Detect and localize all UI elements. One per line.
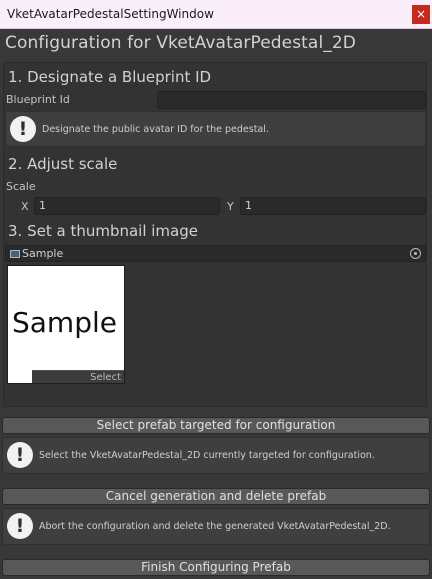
select-prefab-help-text: Select the VketAvatarPedestal_2D current… <box>39 450 375 461</box>
finish-configuring-button[interactable]: Finish Configuring Prefab <box>2 559 430 576</box>
select-prefab-button[interactable]: Select prefab targeted for configuration <box>2 417 430 434</box>
cancel-help-text: Abort the configuration and delete the g… <box>39 521 391 532</box>
cancel-help-box: ! Abort the configuration and delete the… <box>2 508 430 545</box>
exclamation-icon: ! <box>10 116 36 142</box>
close-icon[interactable]: × <box>412 5 430 24</box>
blueprint-id-input[interactable] <box>157 91 426 109</box>
exclamation-icon: ! <box>7 513 33 539</box>
thumbnail-preview[interactable]: Sample Select <box>7 265 125 384</box>
window-title: VketAvatarPedestalSettingWindow <box>7 7 214 21</box>
texture-icon <box>10 250 20 258</box>
scale-label: Scale <box>6 180 36 193</box>
cancel-generation-button[interactable]: Cancel generation and delete prefab <box>2 488 430 505</box>
thumbnail-object-name: Sample <box>22 247 64 260</box>
blueprint-id-label: Blueprint Id <box>6 93 70 106</box>
blueprint-help-box: ! Designate the public avatar ID for the… <box>5 111 426 147</box>
thumbnail-object-field[interactable]: Sample <box>5 245 426 262</box>
section-title-blueprint: 1. Designate a Blueprint ID <box>8 68 212 86</box>
thumbnail-select-button[interactable]: Select <box>32 370 124 383</box>
select-prefab-help-box: ! Select the VketAvatarPedestal_2D curre… <box>2 437 430 474</box>
object-picker-icon[interactable] <box>410 248 421 259</box>
section-title-thumbnail: 3. Set a thumbnail image <box>8 222 198 240</box>
scale-y-label: Y <box>227 200 234 213</box>
exclamation-icon: ! <box>7 442 33 468</box>
thumbnail-image-text: Sample <box>12 306 117 339</box>
page-title: Configuration for VketAvatarPedestal_2D <box>5 33 356 53</box>
section-title-scale: 2. Adjust scale <box>8 155 118 173</box>
title-bar: VketAvatarPedestalSettingWindow × <box>0 0 432 29</box>
blueprint-help-text: Designate the public avatar ID for the p… <box>42 124 269 135</box>
scale-x-label: X <box>21 200 29 213</box>
scale-x-input[interactable]: 1 <box>34 197 220 215</box>
scale-y-input[interactable]: 1 <box>240 197 426 215</box>
